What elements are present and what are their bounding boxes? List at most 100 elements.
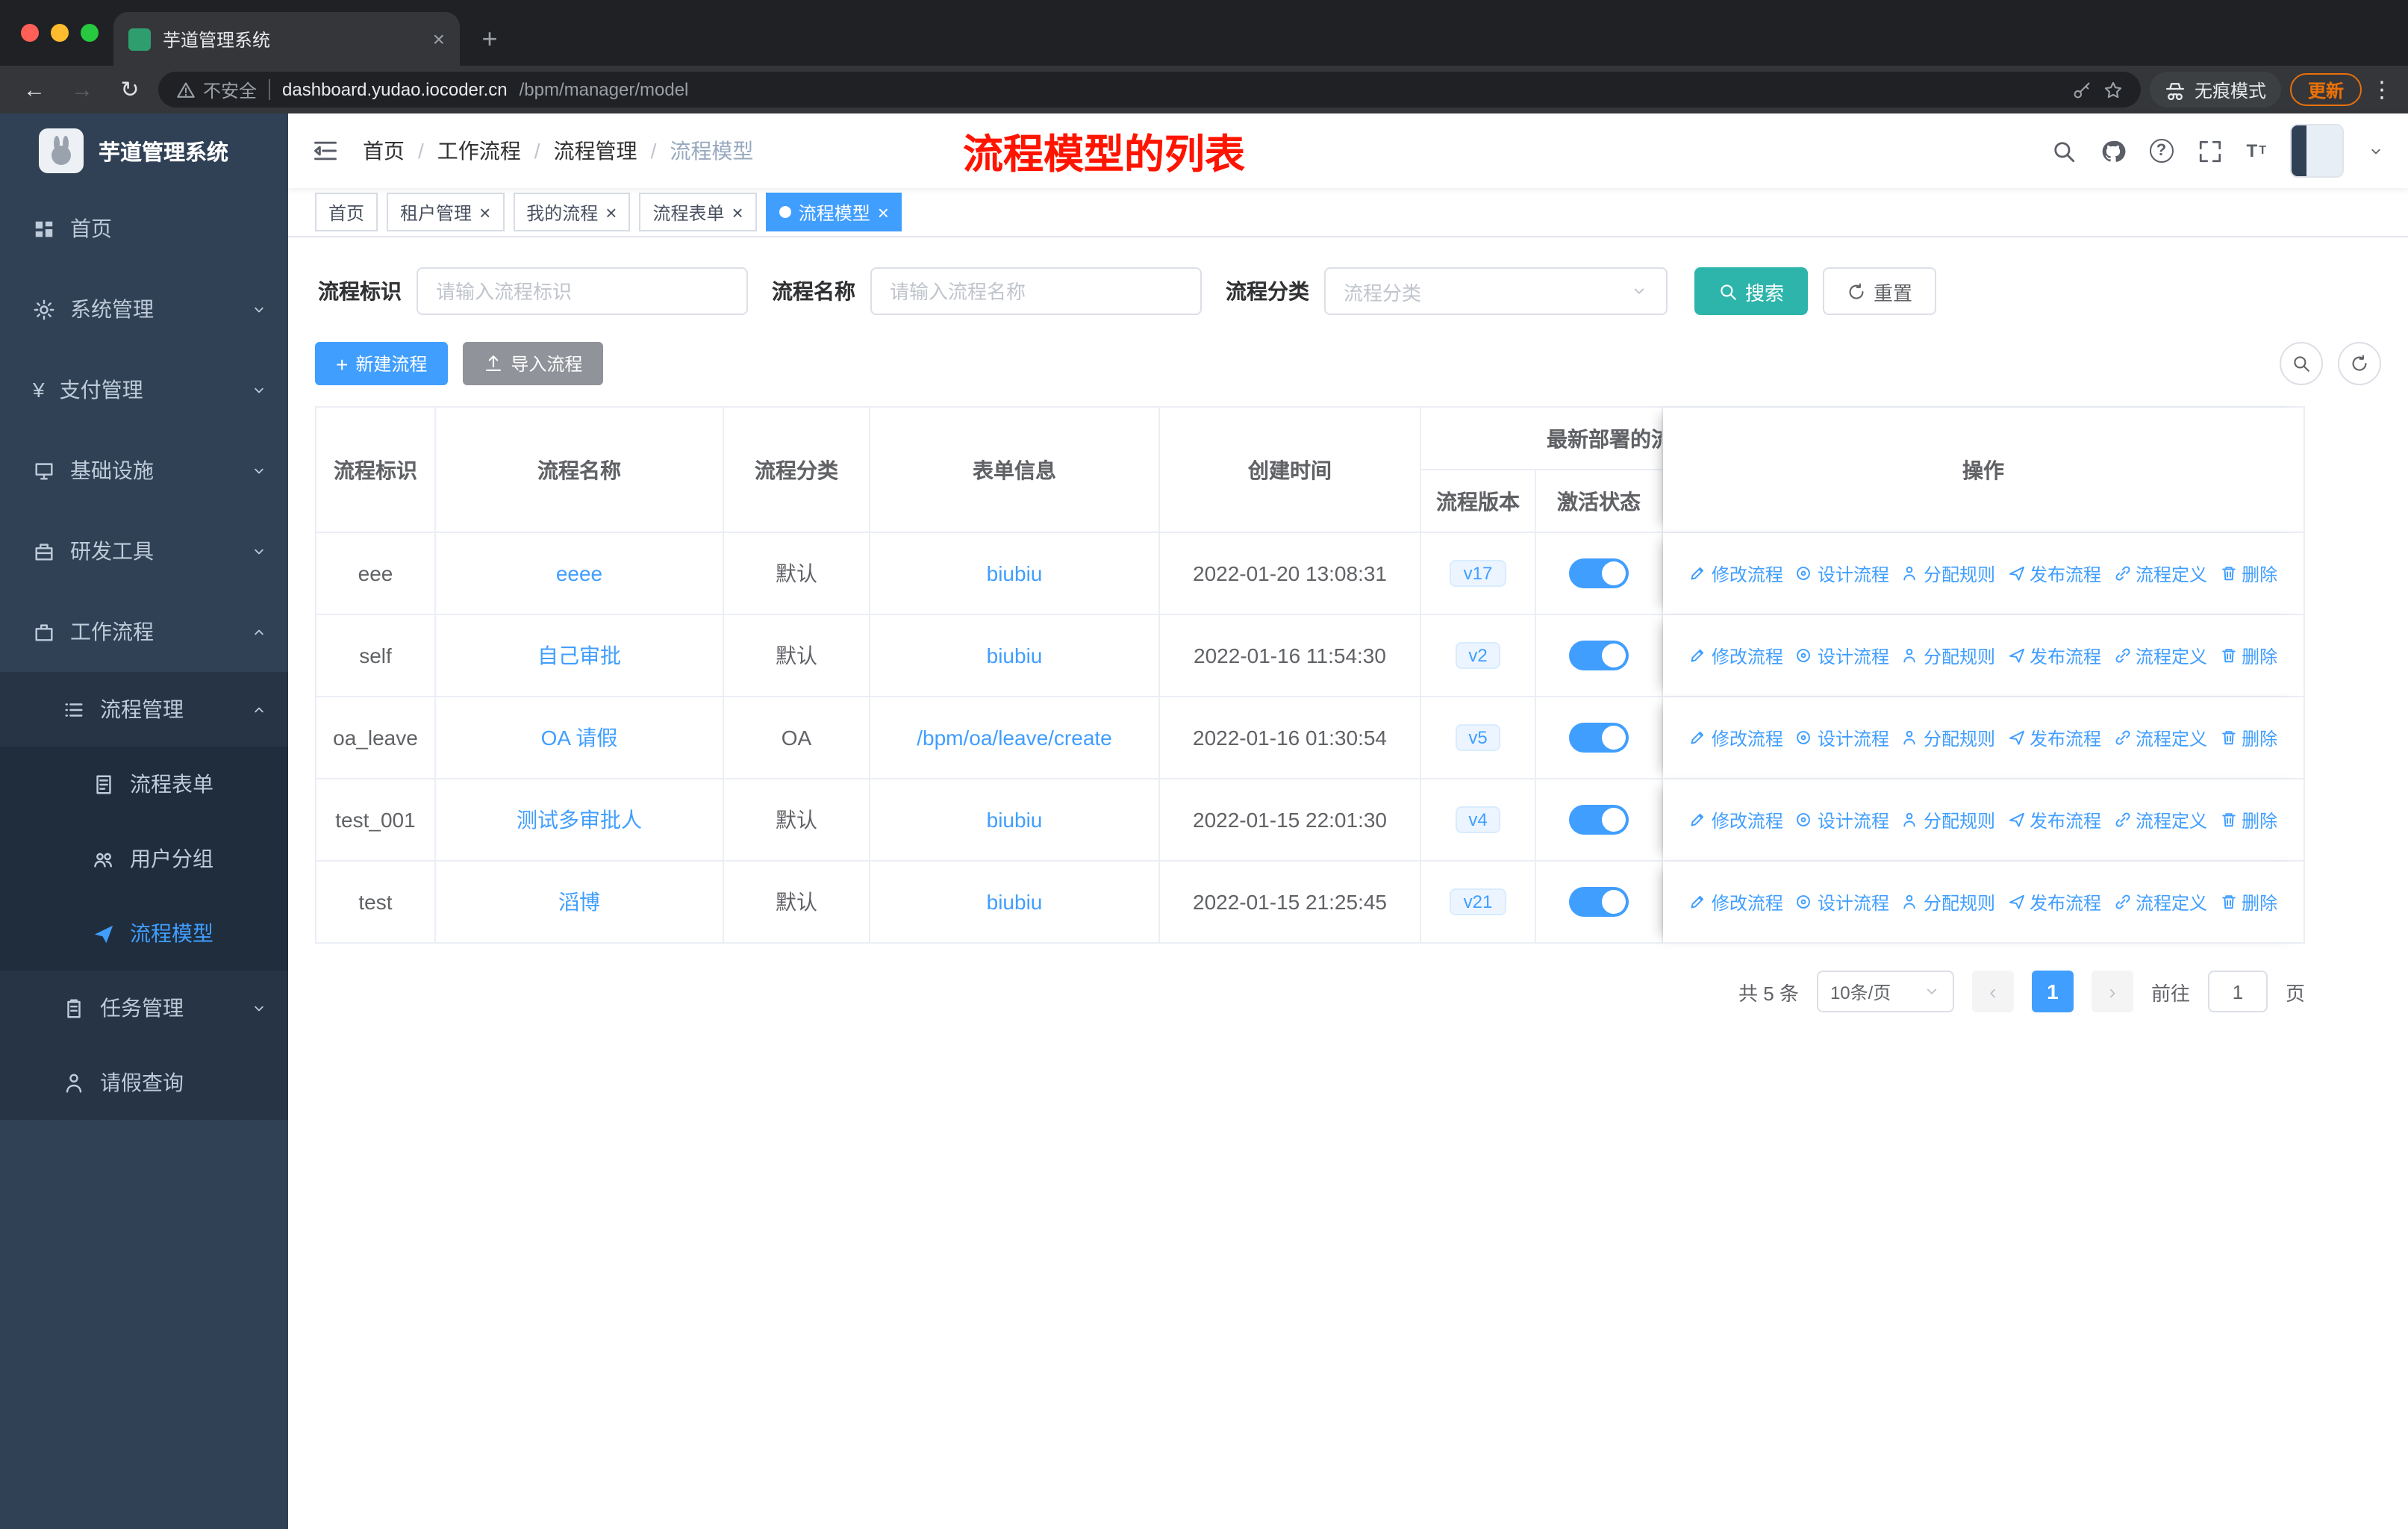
- sidebar-item-payment[interactable]: ¥ 支付管理: [0, 349, 288, 430]
- action-publish-link[interactable]: 发布流程: [2007, 643, 2101, 668]
- tag-home[interactable]: 首页: [315, 193, 378, 231]
- action-design-link[interactable]: 设计流程: [1795, 561, 1889, 586]
- breadcrumb-process-mgmt[interactable]: 流程管理: [554, 136, 637, 166]
- action-assign-link[interactable]: 分配规则: [1901, 807, 1995, 832]
- action-design-link[interactable]: 设计流程: [1795, 643, 1889, 668]
- action-delete-link[interactable]: 删除: [2219, 561, 2277, 586]
- tag-my-process[interactable]: 我的流程 ×: [513, 193, 631, 231]
- action-definition-link[interactable]: 流程定义: [2113, 807, 2207, 832]
- toggle-search-button[interactable]: [2280, 342, 2323, 385]
- sidebar-item-process-mgmt[interactable]: 流程管理: [0, 672, 288, 747]
- form-info-link[interactable]: biubiu: [987, 561, 1043, 585]
- window-close-button[interactable]: [21, 24, 39, 42]
- form-info-link[interactable]: biubiu: [987, 808, 1043, 832]
- page-size-select[interactable]: 10条/页: [1816, 971, 1954, 1012]
- sidebar-item-leave-query[interactable]: 请假查询: [0, 1045, 288, 1120]
- breadcrumb-workflow[interactable]: 工作流程: [437, 136, 521, 166]
- browser-update-button[interactable]: 更新: [2289, 73, 2362, 106]
- action-definition-link[interactable]: 流程定义: [2113, 725, 2207, 750]
- action-publish-link[interactable]: 发布流程: [2007, 807, 2101, 832]
- action-modify-link[interactable]: 修改流程: [1689, 889, 1783, 915]
- github-icon[interactable]: [2100, 138, 2126, 164]
- action-definition-link[interactable]: 流程定义: [2113, 643, 2207, 668]
- tag-process-form[interactable]: 流程表单 ×: [639, 193, 757, 231]
- window-minimize-button[interactable]: [51, 24, 69, 42]
- font-size-icon[interactable]: TT: [2247, 142, 2266, 160]
- action-assign-link[interactable]: 分配规则: [1901, 725, 1995, 750]
- action-design-link[interactable]: 设计流程: [1795, 725, 1889, 750]
- action-definition-link[interactable]: 流程定义: [2113, 889, 2207, 915]
- sidebar-item-workflow[interactable]: 工作流程: [0, 591, 288, 672]
- action-publish-link[interactable]: 发布流程: [2007, 725, 2101, 750]
- process-name-link[interactable]: 测试多审批人: [517, 805, 642, 835]
- menu-fold-icon[interactable]: [312, 137, 339, 164]
- tag-process-model[interactable]: 流程模型 ×: [765, 193, 902, 231]
- active-toggle[interactable]: [1569, 805, 1629, 835]
- import-process-button[interactable]: 导入流程: [463, 342, 604, 385]
- help-icon[interactable]: ?: [2149, 139, 2174, 163]
- action-modify-link[interactable]: 修改流程: [1689, 725, 1783, 750]
- process-name-link[interactable]: 自己审批: [537, 641, 621, 670]
- action-modify-link[interactable]: 修改流程: [1689, 643, 1783, 668]
- process-name-link[interactable]: 滔博: [558, 887, 600, 917]
- bookmark-star-icon[interactable]: [2103, 80, 2123, 99]
- tag-close-icon[interactable]: ×: [605, 202, 617, 222]
- next-page-button[interactable]: ›: [2091, 971, 2133, 1012]
- form-info-link[interactable]: biubiu: [987, 890, 1043, 914]
- action-delete-link[interactable]: 删除: [2219, 807, 2277, 832]
- goto-page-input[interactable]: [2207, 971, 2268, 1012]
- action-delete-link[interactable]: 删除: [2219, 725, 2277, 750]
- sidebar-item-task-mgmt[interactable]: 任务管理: [0, 971, 288, 1045]
- action-delete-link[interactable]: 删除: [2219, 643, 2277, 668]
- sidebar-item-devtools[interactable]: 研发工具: [0, 511, 288, 591]
- action-assign-link[interactable]: 分配规则: [1901, 643, 1995, 668]
- action-delete-link[interactable]: 删除: [2219, 889, 2277, 915]
- active-toggle[interactable]: [1569, 723, 1629, 753]
- sidebar-item-home[interactable]: 首页: [0, 188, 288, 269]
- new-tab-button[interactable]: +: [469, 18, 511, 60]
- action-modify-link[interactable]: 修改流程: [1689, 807, 1783, 832]
- reset-button[interactable]: 重置: [1823, 267, 1937, 315]
- prev-page-button[interactable]: ‹: [1971, 971, 2014, 1012]
- browser-menu-icon[interactable]: ⋮: [2371, 78, 2393, 101]
- process-id-input[interactable]: [417, 267, 748, 315]
- app-logo-block[interactable]: 芋道管理系统: [0, 113, 288, 188]
- tag-close-icon[interactable]: ×: [479, 202, 490, 222]
- forward-icon[interactable]: →: [63, 70, 102, 109]
- browser-tab[interactable]: 芋道管理系统 ×: [113, 12, 460, 66]
- action-assign-link[interactable]: 分配规则: [1901, 561, 1995, 586]
- action-definition-link[interactable]: 流程定义: [2113, 561, 2207, 586]
- form-info-link[interactable]: /bpm/oa/leave/create: [917, 726, 1112, 750]
- page-1-button[interactable]: 1: [2031, 971, 2074, 1012]
- refresh-table-button[interactable]: [2338, 342, 2381, 385]
- user-avatar[interactable]: [2290, 124, 2344, 178]
- sidebar-item-infrastructure[interactable]: 基础设施: [0, 430, 288, 511]
- action-assign-link[interactable]: 分配规则: [1901, 889, 1995, 915]
- back-icon[interactable]: ←: [15, 70, 54, 109]
- process-name-input[interactable]: [870, 267, 1202, 315]
- sidebar-item-process-model[interactable]: 流程模型: [0, 896, 288, 971]
- active-toggle[interactable]: [1569, 641, 1629, 670]
- form-info-link[interactable]: biubiu: [987, 644, 1043, 667]
- sidebar-item-system[interactable]: 系统管理: [0, 269, 288, 349]
- active-toggle[interactable]: [1569, 558, 1629, 588]
- action-design-link[interactable]: 设计流程: [1795, 889, 1889, 915]
- password-key-icon[interactable]: [2072, 80, 2092, 99]
- create-process-button[interactable]: + 新建流程: [315, 342, 449, 385]
- active-toggle[interactable]: [1569, 887, 1629, 917]
- action-publish-link[interactable]: 发布流程: [2007, 561, 2101, 586]
- breadcrumb-home[interactable]: 首页: [363, 136, 405, 166]
- window-zoom-button[interactable]: [81, 24, 99, 42]
- tab-close-icon[interactable]: ×: [433, 28, 445, 49]
- action-modify-link[interactable]: 修改流程: [1689, 561, 1783, 586]
- sidebar-item-process-form[interactable]: 流程表单: [0, 747, 288, 821]
- address-bar[interactable]: 不安全 dashboard.yudao.iocoder.cn/bpm/manag…: [158, 72, 2141, 108]
- tag-close-icon[interactable]: ×: [732, 202, 743, 222]
- security-indicator[interactable]: 不安全: [176, 77, 257, 102]
- fullscreen-icon[interactable]: [2198, 138, 2223, 164]
- action-publish-link[interactable]: 发布流程: [2007, 889, 2101, 915]
- action-design-link[interactable]: 设计流程: [1795, 807, 1889, 832]
- search-button[interactable]: 搜索: [1694, 267, 1809, 315]
- reload-icon[interactable]: ↻: [110, 70, 149, 109]
- process-name-link[interactable]: eeee: [556, 561, 602, 585]
